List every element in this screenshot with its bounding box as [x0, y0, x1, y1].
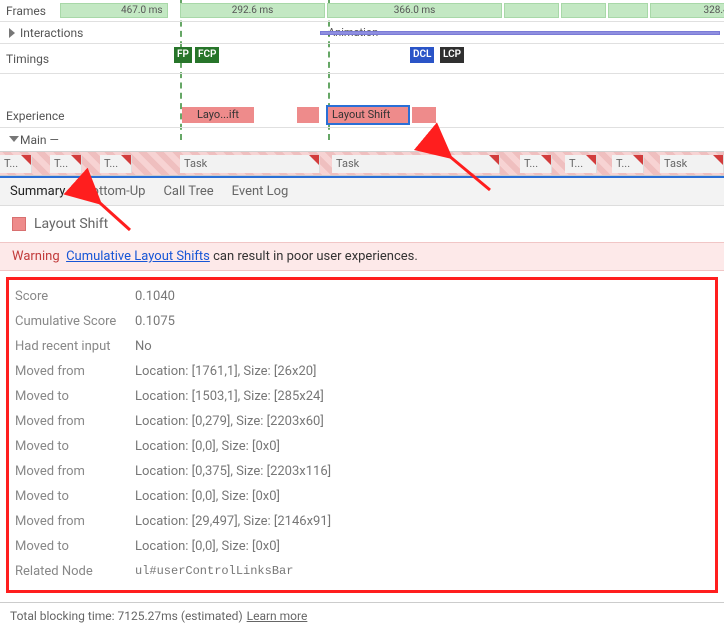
frame-segment[interactable]: 328.4 ms	[650, 3, 724, 18]
frame-segment[interactable]: 366.0 ms	[327, 3, 502, 18]
footer: Total blocking time: 7125.27ms (estimate…	[0, 602, 724, 629]
layout-shift-event[interactable]: Layo...ift	[182, 107, 254, 123]
task-block[interactable]: T...	[50, 155, 82, 173]
fp-badge[interactable]: FP	[174, 47, 192, 63]
task-block[interactable]: T...	[612, 155, 644, 173]
detail-row: Moved toLocation: [0,0], Size: [0x0]	[15, 534, 709, 559]
frame-segment[interactable]: 467.0 ms	[60, 3, 168, 18]
total-blocking-time: Total blocking time: 7125.27ms (estimate…	[10, 609, 243, 623]
detail-row: Moved fromLocation: [0,279], Size: [2203…	[15, 409, 709, 434]
frames-content[interactable]: 467.0 ms 292.6 ms 366.0 ms 328.4 ms	[120, 0, 724, 21]
detail-score: Score 0.1040	[15, 284, 709, 309]
detail-row: Moved toLocation: [1503,1], Size: [285x2…	[15, 384, 709, 409]
tab-call-tree[interactable]: Call Tree	[163, 184, 213, 199]
detail-row: Moved toLocation: [0,0], Size: [0x0]	[15, 434, 709, 459]
event-title-row: Layout Shift	[0, 206, 724, 242]
details-tabs: Summary Bottom-Up Call Tree Event Log	[0, 176, 724, 206]
warning-bar: Warning Cumulative Layout Shifts can res…	[0, 242, 724, 271]
main-track-content[interactable]: T... T... T... Task Task T... T... T... …	[0, 152, 724, 176]
event-title: Layout Shift	[34, 216, 108, 232]
interaction-bar[interactable]	[320, 31, 720, 35]
timings-track: Timings FP FCP DCL LCP	[0, 44, 724, 74]
warning-rest: can result in poor user experiences.	[210, 249, 418, 264]
tab-summary[interactable]: Summary	[10, 184, 65, 199]
interactions-label: Interactions	[0, 26, 120, 40]
task-block[interactable]: Task	[180, 155, 320, 173]
task-block[interactable]: Task	[660, 155, 724, 173]
cumulative-value: 0.1075	[135, 314, 175, 329]
score-value: 0.1040	[135, 289, 175, 304]
task-block[interactable]: Task	[332, 155, 500, 173]
spacer-track	[0, 74, 724, 104]
related-node-value[interactable]: ul#userControlLinksBar	[135, 564, 293, 579]
detail-row: Moved fromLocation: [0,375], Size: [2203…	[15, 459, 709, 484]
detail-recent-input: Had recent input No	[15, 334, 709, 359]
frame-segment[interactable]: 292.6 ms	[180, 3, 325, 18]
layout-shift-bar[interactable]	[297, 107, 319, 123]
score-label: Score	[15, 289, 125, 304]
collapse-icon[interactable]	[9, 136, 19, 142]
timings-label: Timings	[0, 52, 120, 66]
detail-related-node: Related Node ul#userControlLinksBar	[15, 559, 709, 584]
layout-shift-swatch-icon	[12, 217, 26, 231]
layout-shift-bar[interactable]	[412, 107, 436, 123]
task-block[interactable]: T...	[565, 155, 597, 173]
recent-label: Had recent input	[15, 339, 125, 354]
timeline: Frames 467.0 ms 292.6 ms 366.0 ms 328.4 …	[0, 0, 724, 176]
detail-cumulative: Cumulative Score 0.1075	[15, 309, 709, 334]
cumulative-label: Cumulative Score	[15, 314, 125, 329]
learn-more-link[interactable]: Learn more	[247, 609, 308, 623]
detail-row: Moved fromLocation: [1761,1], Size: [26x…	[15, 359, 709, 384]
warning-label: Warning	[12, 249, 60, 264]
tab-event-log[interactable]: Event Log	[232, 184, 289, 199]
task-block[interactable]: T...	[0, 155, 32, 173]
recent-value: No	[135, 339, 152, 354]
experience-label: Experience	[0, 109, 120, 123]
tab-bottom-up[interactable]: Bottom-Up	[83, 184, 145, 199]
frame-segment[interactable]	[504, 3, 559, 18]
event-details: Score 0.1040 Cumulative Score 0.1075 Had…	[6, 277, 718, 593]
main-track-header: Main —	[0, 128, 724, 152]
main-label-text: Main	[20, 133, 47, 147]
related-node-label: Related Node	[15, 564, 125, 579]
task-block[interactable]: T...	[100, 155, 132, 173]
frames-track: Frames 467.0 ms 292.6 ms 366.0 ms 328.4 …	[0, 0, 724, 22]
expand-icon[interactable]	[9, 28, 15, 38]
dcl-badge[interactable]: DCL	[410, 47, 434, 63]
interactions-track: Interactions Animation	[0, 22, 724, 44]
layout-shift-event-selected[interactable]: Layout Shift	[328, 107, 408, 123]
detail-row: Moved toLocation: [0,0], Size: [0x0]	[15, 484, 709, 509]
frame-segment[interactable]	[561, 3, 606, 18]
experience-track: Experience Layo...ift Layout Shift	[0, 104, 724, 128]
detail-row: Moved fromLocation: [29,497], Size: [214…	[15, 509, 709, 534]
lcp-badge[interactable]: LCP	[440, 47, 464, 63]
cls-link[interactable]: Cumulative Layout Shifts	[66, 249, 210, 264]
task-block[interactable]: T...	[520, 155, 552, 173]
fcp-badge[interactable]: FCP	[195, 47, 219, 63]
frame-segment[interactable]	[608, 3, 648, 18]
